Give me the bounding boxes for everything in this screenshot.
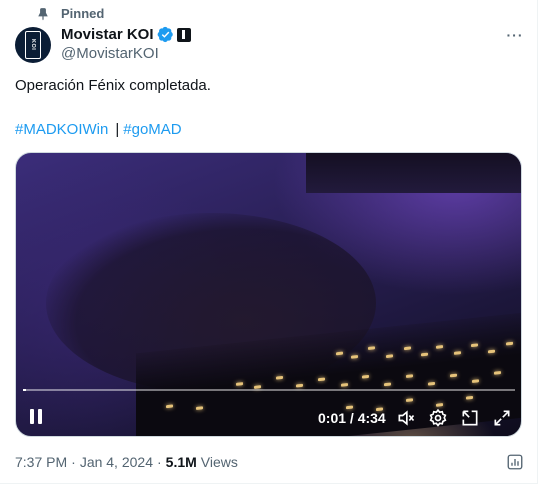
views-count: 5.1M: [165, 454, 197, 470]
hashtag-separator: |: [115, 121, 120, 138]
analytics-icon[interactable]: [506, 453, 524, 471]
meta-separator-2: ·: [156, 454, 162, 470]
meta-separator: ·: [71, 454, 76, 470]
author-name[interactable]: Movistar KOI: [61, 26, 154, 43]
mute-icon[interactable]: [396, 408, 416, 428]
hashtags: #MADKOIWin | #goMAD: [15, 121, 182, 138]
pause-icon[interactable]: [28, 409, 44, 425]
avatar[interactable]: KOI: [15, 27, 51, 63]
video-time: 0:01 / 4:34: [318, 410, 386, 426]
tweet-date[interactable]: Jan 4, 2024: [80, 454, 153, 470]
tweet-card[interactable]: Pinned KOI Movistar KOI @MovistarKOI ···…: [0, 0, 538, 484]
video-progress-fill: [23, 389, 26, 391]
video-progress-bar[interactable]: [23, 389, 515, 391]
author-name-row[interactable]: Movistar KOI: [61, 26, 191, 43]
verified-badge-icon: [157, 26, 173, 43]
tweet-text: Operación Fénix completada.: [15, 77, 211, 94]
settings-icon[interactable]: [428, 408, 448, 428]
popout-icon[interactable]: [460, 408, 480, 428]
views-label: Views: [200, 454, 238, 470]
pinned-indicator: Pinned: [36, 6, 104, 21]
pinned-label: Pinned: [61, 6, 105, 21]
video-player[interactable]: 0:01 / 4:34: [15, 152, 522, 437]
fullscreen-icon[interactable]: [492, 408, 512, 428]
author-handle[interactable]: @MovistarKOI: [61, 45, 159, 62]
avatar-logo: KOI: [25, 31, 41, 59]
tweet-meta: 7:37 PM · Jan 4, 2024 · 5.1M Views: [15, 454, 238, 470]
more-options-icon[interactable]: ···: [504, 24, 526, 46]
video-frame-monitor: [306, 153, 521, 193]
tweet-time[interactable]: 7:37 PM: [15, 454, 67, 470]
hashtag-madkoiwin[interactable]: #MADKOIWin: [15, 121, 108, 138]
hashtag-gomad[interactable]: #goMAD: [123, 121, 181, 138]
affiliate-badge-icon: [176, 27, 191, 42]
video-controls: 0:01 / 4:34: [16, 403, 521, 431]
pin-icon: [38, 7, 48, 20]
